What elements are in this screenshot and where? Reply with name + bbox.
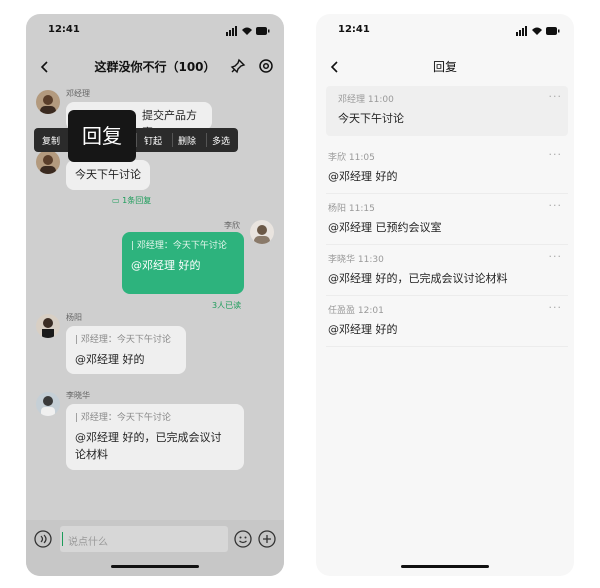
chat-nav-bar: 这群没你不行（100）: [26, 54, 284, 84]
message-input-bar: 说点什么: [26, 520, 284, 576]
reply-nav-bar: 回复: [316, 54, 574, 84]
message-meta: 杨阳 11:15: [328, 204, 375, 214]
message-bubble-own[interactable]: | 邓经理：今天下午讨论 @邓经理 好的: [122, 232, 244, 294]
home-indicator: [401, 565, 489, 568]
input-caret: [62, 532, 63, 546]
avatar-deng[interactable]: [36, 150, 60, 174]
message-meta: 邓经理 11:00: [338, 95, 394, 105]
emoji-icon[interactable]: [234, 530, 252, 548]
quoted-message: | 邓经理：今天下午讨论: [75, 335, 171, 345]
quoted-text: 邓经理：今天下午讨论: [80, 413, 171, 423]
reply-popup-button[interactable]: 回复: [68, 110, 136, 162]
reply-item[interactable]: 李晓华 11:30 @邓经理 好的，已完成会议讨论材料 ···: [326, 246, 568, 296]
message-meta: 任盈盈 12:01: [328, 306, 384, 316]
plus-icon[interactable]: [258, 530, 276, 548]
status-time: 12:41: [48, 24, 80, 35]
status-time: 12:41: [338, 24, 370, 35]
sender-name: 邓经理: [66, 89, 90, 98]
pin-icon[interactable]: [230, 58, 246, 74]
message-text-cont: 论材料: [75, 448, 108, 461]
reply-count-link[interactable]: ▭ 1条回复: [112, 195, 151, 206]
avatar-yangyang[interactable]: [36, 314, 60, 338]
message-text: 今天下午讨论: [338, 112, 404, 125]
message-meta: 李晓华 11:30: [328, 255, 384, 265]
reply-item[interactable]: 任盈盈 12:01 @邓经理 好的 ···: [326, 297, 568, 347]
menu-divider: [206, 133, 207, 147]
message-text: @邓经理 好的: [131, 259, 201, 272]
status-bar: 12:41: [338, 24, 560, 38]
message-meta: 李欣 11:05: [328, 153, 375, 163]
group-chat-screen: 12:41 这群没你不行（100） 邓经理 提交产品方案 今: [26, 14, 284, 576]
sender-name: 李欣: [224, 221, 240, 230]
settings-gear-icon[interactable]: [258, 58, 274, 74]
message-text: @邓经理 已预约会议室: [328, 221, 442, 234]
menu-item-multiselect[interactable]: 多选: [212, 134, 230, 147]
context-menu: 复制 钉起 删除 多选: [34, 128, 238, 152]
avatar-lixiaohua[interactable]: [36, 392, 60, 416]
more-options-icon[interactable]: ···: [549, 199, 563, 212]
message-text: @邓经理 好的: [75, 353, 145, 366]
message-text: @邓经理 好的: [328, 170, 398, 183]
message-bubble[interactable]: | 邓经理：今天下午讨论 @邓经理 好的: [66, 326, 186, 374]
reply-thread-icon: ▭: [112, 196, 123, 205]
menu-item-delete[interactable]: 删除: [178, 134, 196, 147]
menu-item-pin[interactable]: 钉起: [144, 134, 162, 147]
quoted-message: | 邓经理：今天下午讨论: [131, 241, 227, 251]
read-receipt[interactable]: 3人已读: [212, 300, 241, 311]
reply-item[interactable]: 李欣 11:05 @邓经理 好的 ···: [326, 144, 568, 194]
quoted-text: 邓经理：今天下午讨论: [136, 241, 227, 251]
sender-name: 杨阳: [66, 313, 82, 322]
status-bar: 12:41: [48, 24, 270, 38]
stage: 12:41 这群没你不行（100） 邓经理 提交产品方案 今: [0, 0, 600, 588]
reply-count-text: 1条回复: [122, 196, 152, 205]
message-text: @邓经理 好的: [328, 323, 398, 336]
reply-item[interactable]: 杨阳 11:15 @邓经理 已预约会议室 ···: [326, 195, 568, 245]
quoted-text: 邓经理：今天下午讨论: [80, 335, 171, 345]
home-indicator: [111, 565, 199, 568]
original-message[interactable]: 邓经理 11:00 今天下午讨论 ···: [326, 86, 568, 136]
message-text: @邓经理 好的，已完成会议讨论材料: [328, 272, 508, 285]
message-bubble-selected[interactable]: 今天下午讨论: [66, 160, 150, 190]
avatar-deng[interactable]: [36, 90, 60, 114]
message-input[interactable]: 说点什么: [60, 526, 228, 552]
more-options-icon[interactable]: ···: [549, 148, 563, 161]
reply-thread-screen: 12:41 回复 邓经理 11:00 今天下午讨论 ··· 李欣 11:05 @…: [316, 14, 574, 576]
message-bubble[interactable]: | 邓经理：今天下午讨论 @邓经理 好的，已完成会议讨 论材料: [66, 404, 244, 470]
quoted-message: | 邓经理：今天下午讨论: [75, 413, 171, 423]
avatar-lixin[interactable]: [250, 220, 274, 244]
more-options-icon[interactable]: ···: [549, 301, 563, 314]
voice-icon[interactable]: [34, 530, 52, 548]
signal-wifi-battery-icon: [226, 26, 270, 36]
more-options-icon[interactable]: ···: [549, 250, 563, 263]
sender-name: 李晓华: [66, 391, 90, 400]
more-options-icon[interactable]: ···: [549, 90, 563, 103]
menu-divider: [172, 133, 173, 147]
signal-wifi-battery-icon: [516, 26, 560, 36]
message-text: @邓经理 好的，已完成会议讨: [75, 431, 222, 444]
menu-divider: [136, 133, 137, 147]
menu-item-copy[interactable]: 复制: [42, 134, 60, 147]
page-title: 回复: [432, 60, 457, 74]
message-text: 今天下午讨论: [75, 168, 141, 181]
